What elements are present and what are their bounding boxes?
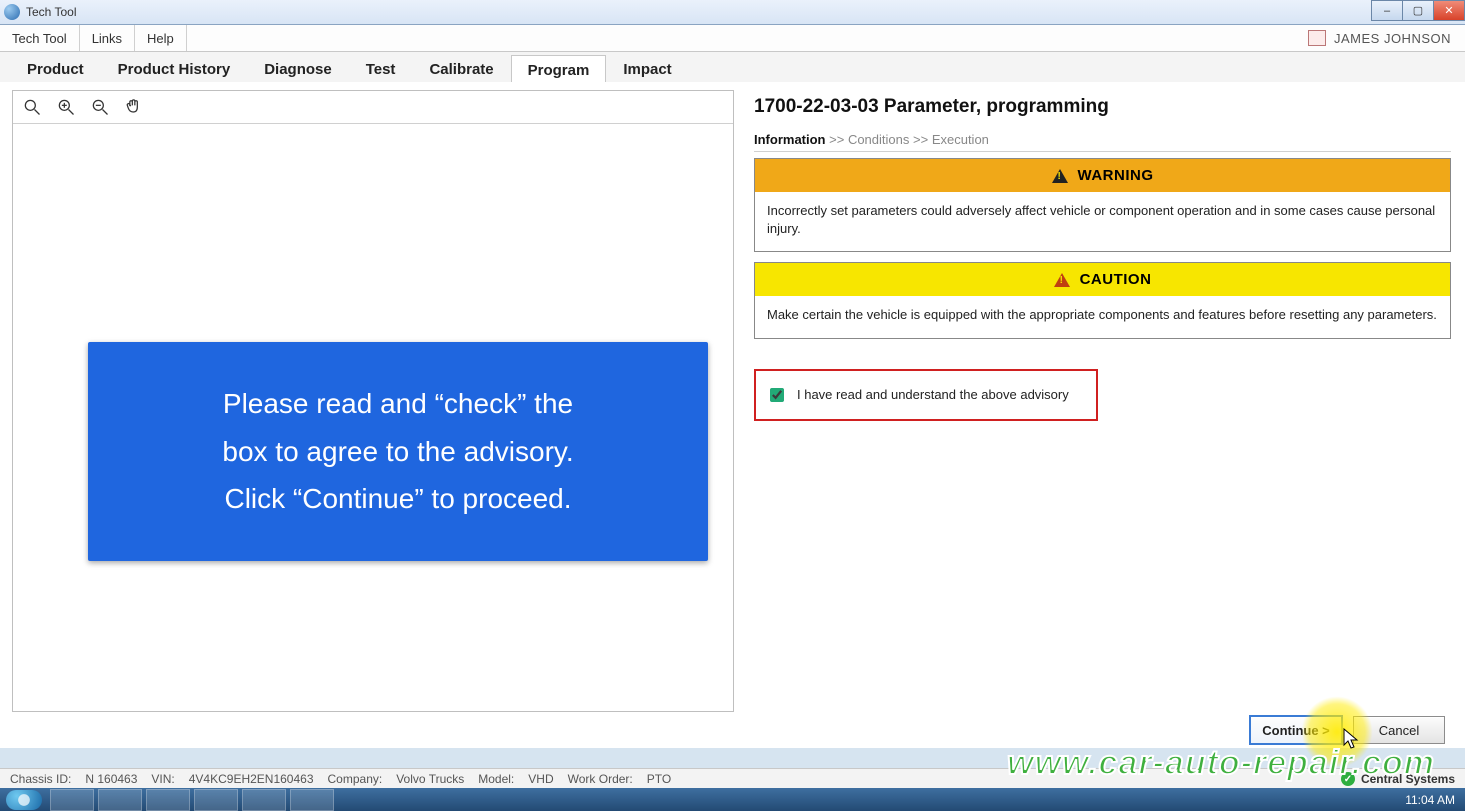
tab-impact[interactable]: Impact [606,54,688,84]
workorder-label: Work Order: [568,772,633,786]
tab-product-history[interactable]: Product History [101,54,248,84]
tab-product[interactable]: Product [10,54,101,84]
taskbar-item[interactable] [194,789,238,811]
caution-header: CAUTION [755,263,1450,296]
pan-hand-icon[interactable] [121,96,147,118]
close-button[interactable]: ✕ [1433,0,1465,21]
overlay-line3: Click “Continue” to proceed. [118,475,678,523]
acknowledgment-checkbox[interactable] [770,388,784,402]
caution-box: CAUTION Make certain the vehicle is equi… [754,262,1451,339]
page-heading: 1700-22-03-03 Parameter, programming [754,96,1451,118]
start-button[interactable] [6,790,42,810]
zoom-fit-icon[interactable] [19,96,45,118]
taskbar: 11:04 AM [0,788,1465,811]
tab-program[interactable]: Program [511,55,607,85]
chassis-label: Chassis ID: [10,772,71,786]
tab-calibrate[interactable]: Calibrate [412,54,510,84]
window-title: Tech Tool [26,5,76,19]
central-systems-status: ✓ Central Systems [1341,772,1455,786]
menu-help[interactable]: Help [135,25,187,51]
overlay-line2: box to agree to the advisory. [118,428,678,476]
menu-techtool[interactable]: Tech Tool [0,25,80,51]
company-value: Volvo Trucks [396,772,464,786]
user-icon [1308,30,1326,46]
overlay-line1: Please read and “check” the [118,380,678,428]
taskbar-item[interactable] [50,789,94,811]
caution-title: CAUTION [1080,271,1152,288]
taskbar-item[interactable] [242,789,286,811]
maximize-button[interactable]: ▢ [1402,0,1434,21]
tab-test[interactable]: Test [349,54,413,84]
company-label: Company: [328,772,383,786]
vin-label: VIN: [151,772,174,786]
tab-diagnose[interactable]: Diagnose [247,54,349,84]
menubar: Tech Tool Links Help JAMES JOHNSON [0,25,1465,52]
instruction-overlay: Please read and “check” the box to agree… [88,342,708,561]
workorder-value: PTO [647,772,671,786]
app-icon [4,4,20,20]
chassis-value: N 160463 [85,772,137,786]
acknowledgment-row[interactable]: I have read and understand the above adv… [754,369,1098,421]
windows-logo-icon [17,793,31,807]
breadcrumb-sep: >> [829,132,844,147]
status-strip: Chassis ID: N 160463 VIN: 4V4KC9EH2EN160… [0,768,1465,789]
warning-box: WARNING Incorrectly set parameters could… [754,158,1451,252]
zoom-out-icon[interactable] [87,96,113,118]
button-bar: Continue > Cancel [0,712,1465,748]
warning-body: Incorrectly set parameters could adverse… [755,192,1450,251]
breadcrumb-execution[interactable]: Execution [932,132,989,147]
taskbar-item[interactable] [290,789,334,811]
taskbar-item[interactable] [146,789,190,811]
warning-header: WARNING [755,159,1450,192]
status-ok-icon: ✓ [1341,772,1355,786]
titlebar: Tech Tool – ▢ ✕ [0,0,1465,25]
model-value: VHD [528,772,553,786]
menu-links[interactable]: Links [80,25,135,51]
central-systems-label: Central Systems [1361,772,1455,786]
user-name: JAMES JOHNSON [1334,31,1451,46]
warning-icon [1052,169,1068,183]
caution-body: Make certain the vehicle is equipped wit… [755,296,1450,338]
user-box: JAMES JOHNSON [1294,25,1465,51]
tabs-row: Product Product History Diagnose Test Ca… [0,52,1465,85]
taskbar-item[interactable] [98,789,142,811]
model-label: Model: [478,772,514,786]
left-toolbar [13,91,733,124]
breadcrumb-conditions[interactable]: Conditions [848,132,909,147]
breadcrumb-sep: >> [913,132,928,147]
cancel-button[interactable]: Cancel [1353,716,1445,744]
window-controls: – ▢ ✕ [1372,0,1465,20]
caution-icon [1054,273,1070,287]
zoom-in-icon[interactable] [53,96,79,118]
minimize-button[interactable]: – [1371,0,1403,21]
warning-title: WARNING [1078,167,1154,184]
breadcrumb: Information >> Conditions >> Execution [754,132,1451,152]
acknowledgment-label: I have read and understand the above adv… [797,387,1069,402]
taskbar-clock[interactable]: 11:04 AM [1405,793,1459,807]
right-pane: 1700-22-03-03 Parameter, programming Inf… [734,82,1465,720]
breadcrumb-information[interactable]: Information [754,132,826,147]
vin-value: 4V4KC9EH2EN160463 [189,772,314,786]
continue-button[interactable]: Continue > [1249,715,1343,745]
